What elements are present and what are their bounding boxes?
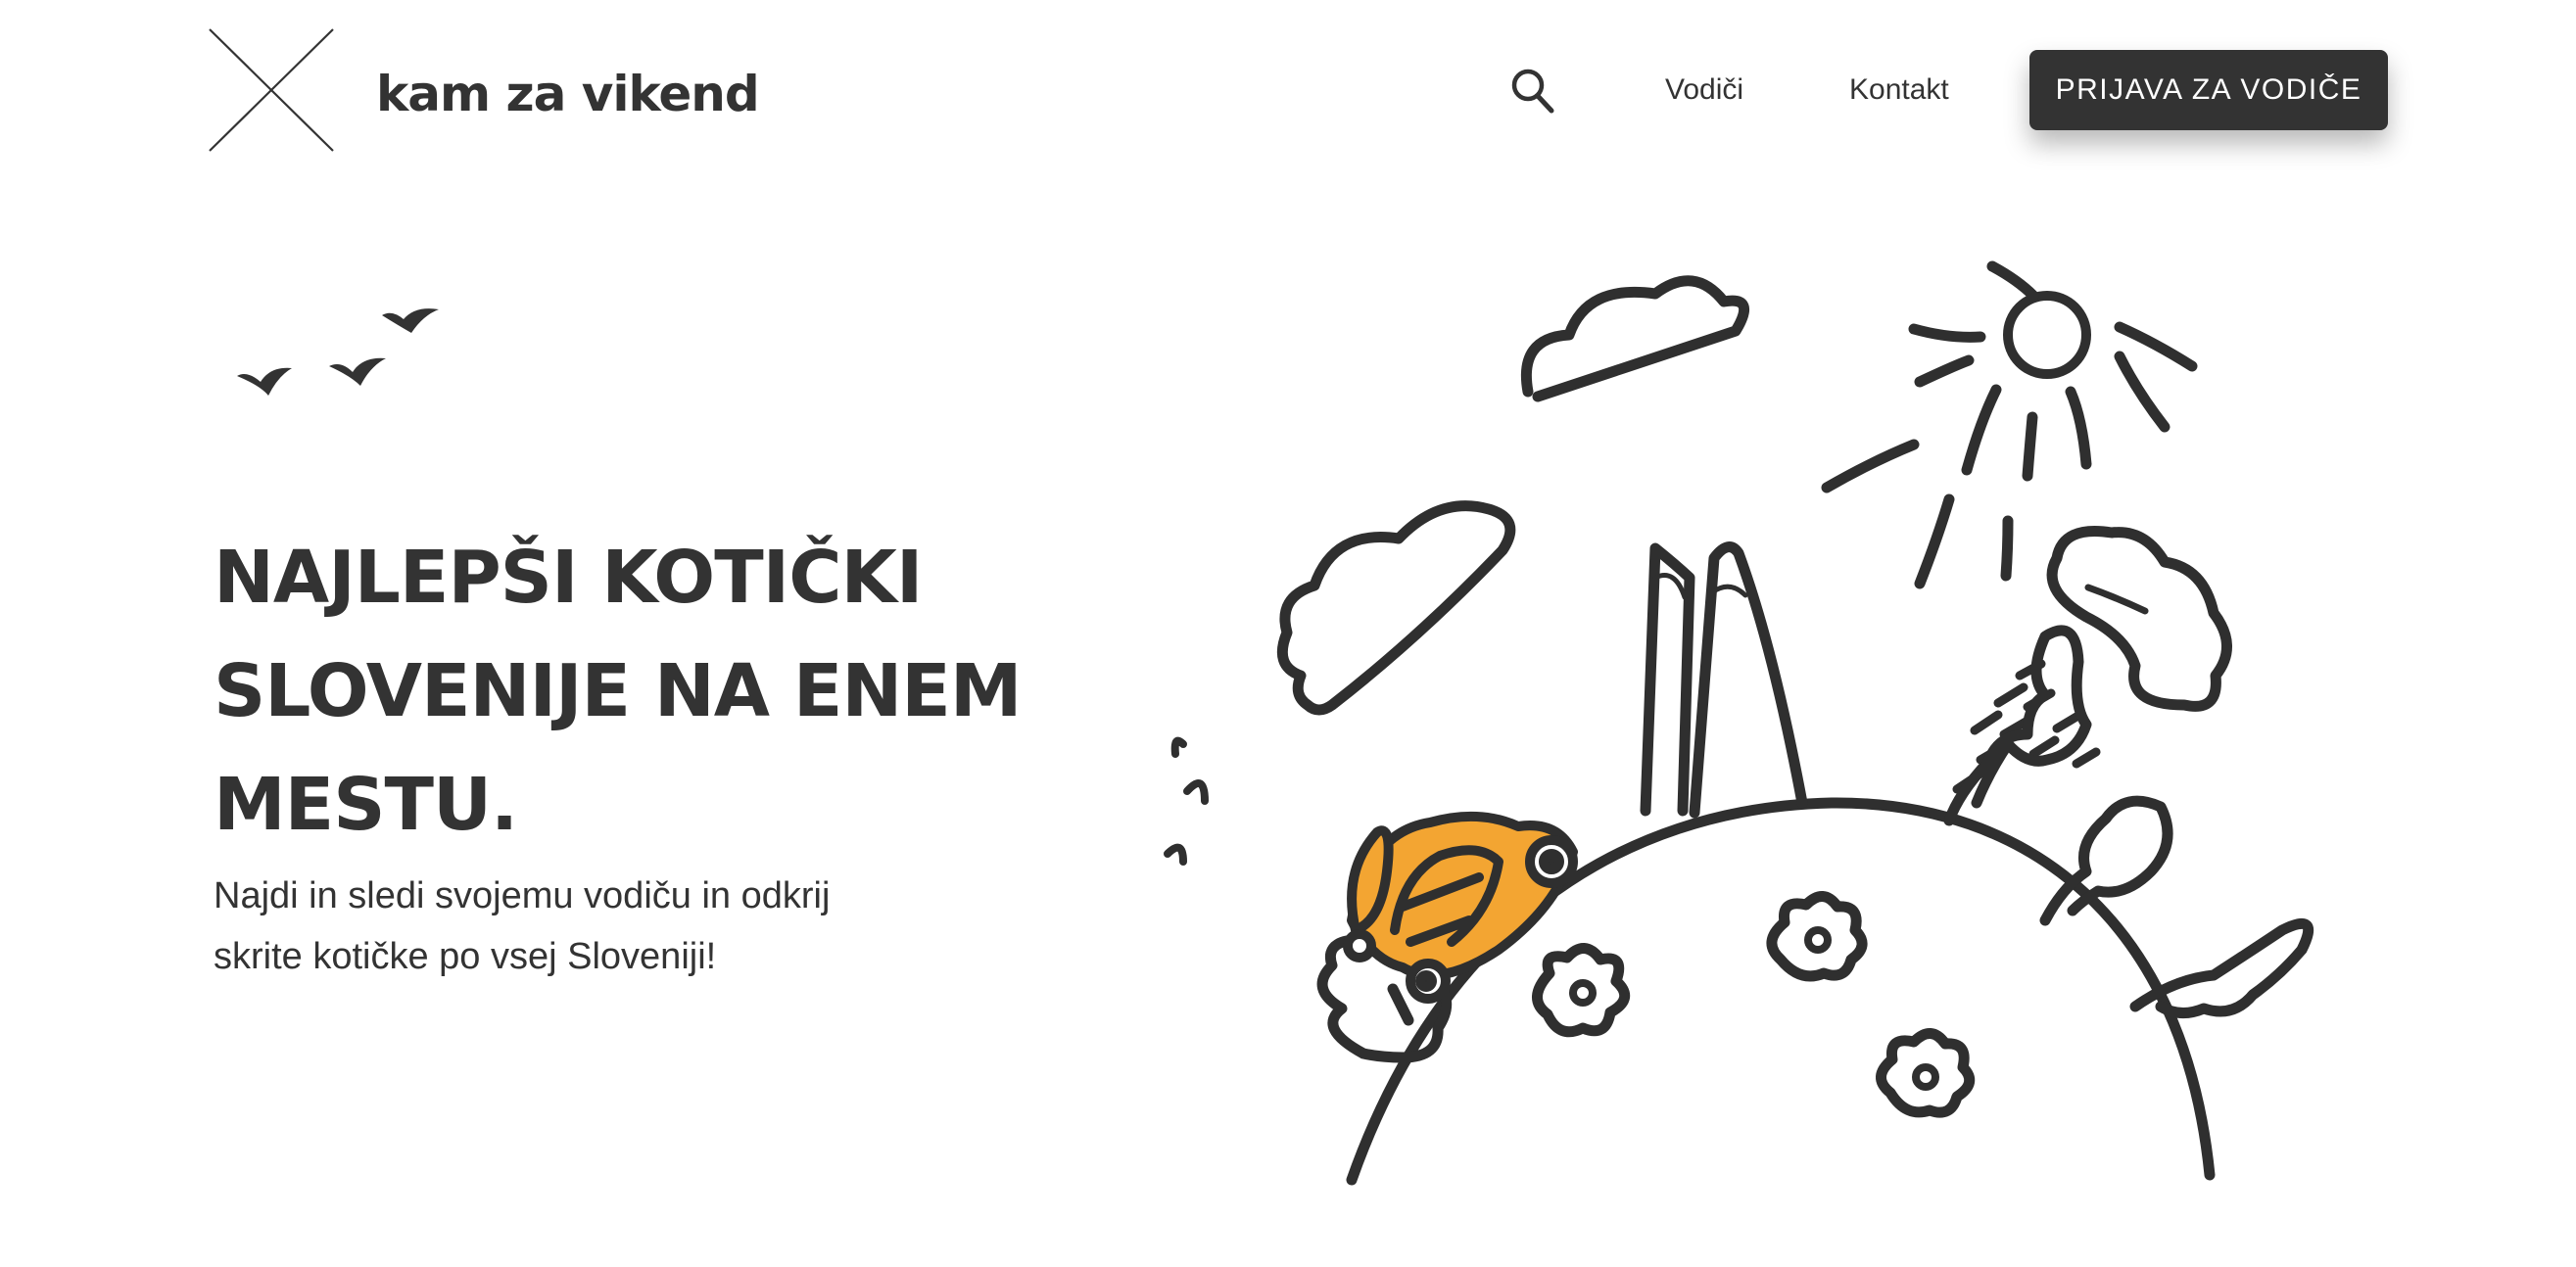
headline-line-2: SLOVENIJE NA ENEM bbox=[214, 649, 1023, 733]
cross-logo-icon[interactable] bbox=[208, 27, 335, 153]
mountain-right bbox=[1689, 541, 1808, 819]
headline-line-3: MESTU. bbox=[214, 763, 518, 847]
site-header: kam za vikend Vodiči Kontakt PRIJAVA ZA … bbox=[0, 0, 2576, 166]
guide-signup-button[interactable]: PRIJAVA ZA VODIČE bbox=[2029, 50, 2388, 130]
flower-2 bbox=[1766, 891, 1868, 982]
flower-1 bbox=[1532, 943, 1631, 1038]
subtitle-line-1: Najdi in sledi svojemu vodiču in odkrij bbox=[214, 875, 831, 916]
tree-right-2 bbox=[2039, 795, 2173, 926]
flower-3 bbox=[1876, 1028, 1976, 1118]
logo-text[interactable]: kam za vikend bbox=[376, 65, 760, 123]
subtitle-line-2: skrite kotičke po vsej Sloveniji! bbox=[214, 936, 717, 977]
car bbox=[1343, 811, 1578, 1004]
hill-car-sun-mountains-illustration bbox=[1164, 260, 2314, 1186]
hero-headline: NAJLEPŠI KOTIČKI SLOVENIJE NA ENEM MESTU… bbox=[201, 521, 1095, 862]
sun bbox=[2003, 291, 2091, 379]
nav-link-vodici[interactable]: Vodiči bbox=[1665, 70, 1743, 110]
headline-line-1: NAJLEPŠI KOTIČKI bbox=[214, 536, 923, 620]
cloud-top bbox=[1520, 275, 1750, 402]
small-birds bbox=[1164, 736, 1209, 866]
hero-subtitle: Najdi in sledi svojemu vodiču in odkrij … bbox=[214, 866, 958, 987]
nav-link-kontakt[interactable]: Kontakt bbox=[1849, 70, 1949, 110]
birds-icon bbox=[237, 308, 439, 396]
cloud-left bbox=[1276, 500, 1516, 716]
search-icon[interactable] bbox=[1510, 67, 1555, 116]
